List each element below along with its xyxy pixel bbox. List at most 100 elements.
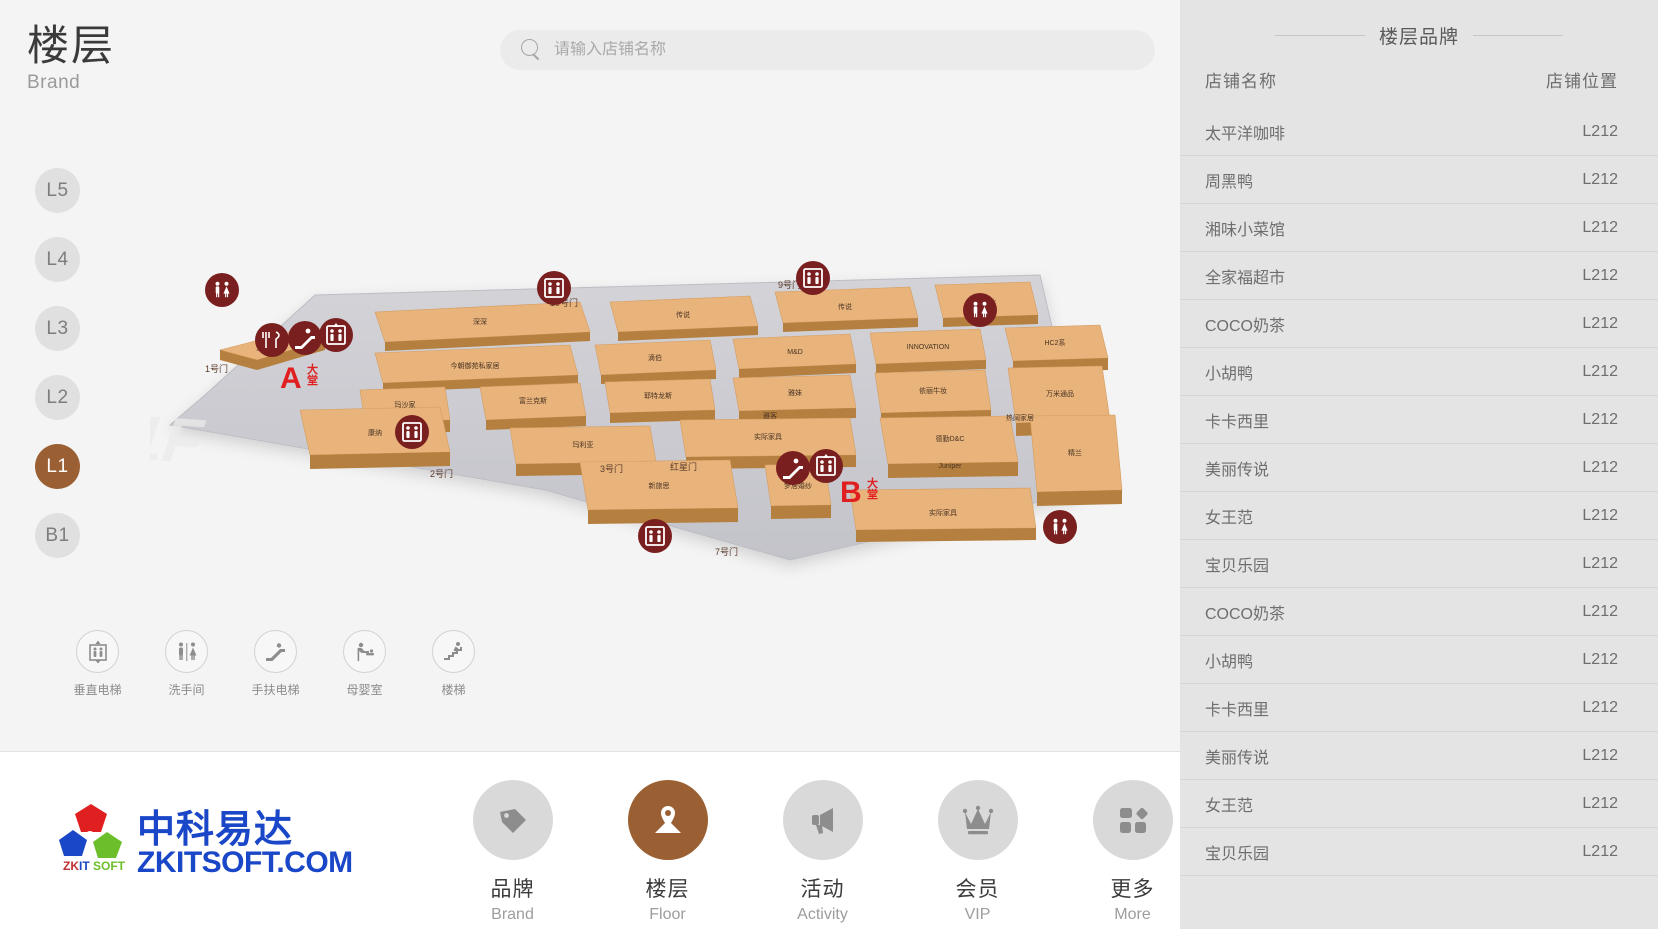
table-row[interactable]: 小胡鸭 L212 bbox=[1180, 636, 1658, 684]
store-name: 小胡鸭 bbox=[1205, 653, 1254, 671]
table-row[interactable]: 宝贝乐园 L212 bbox=[1180, 540, 1658, 588]
svg-text:A: A bbox=[280, 362, 302, 395]
bottom-bar: 中科易达 ZKITSOFT.COM ZK IT SOFT 品牌 Brand 楼层… bbox=[0, 752, 1180, 929]
store-name: 美丽传说 bbox=[1205, 749, 1270, 767]
nav-label-cn: 楼层 bbox=[645, 878, 690, 901]
facility-elevator[interactable]: 垂直电梯 bbox=[73, 630, 122, 698]
table-row[interactable]: 宝贝乐园 L212 bbox=[1180, 828, 1658, 876]
table-row[interactable]: 湘味小菜馆 L212 bbox=[1180, 204, 1658, 252]
svg-text:德勤D&C: 德勤D&C bbox=[936, 434, 965, 443]
store-location: L212 bbox=[1582, 698, 1618, 716]
svg-text:IT: IT bbox=[79, 859, 90, 873]
table-row[interactable]: COCO奶茶 L212 bbox=[1180, 588, 1658, 636]
title-rule-right bbox=[1473, 35, 1563, 36]
svg-text:大: 大 bbox=[307, 362, 318, 376]
elevator-icon bbox=[76, 630, 119, 673]
facility-nursery[interactable]: 母婴室 bbox=[342, 630, 387, 698]
search-input[interactable] bbox=[554, 41, 1135, 59]
store-name: 小胡鸭 bbox=[1205, 365, 1254, 383]
page-title: 楼层 Brand bbox=[27, 22, 327, 94]
page-title-en: Brand bbox=[27, 72, 81, 94]
svg-text:Juniper: Juniper bbox=[939, 463, 963, 470]
store-location: L212 bbox=[1582, 362, 1618, 380]
store-name: 湘味小菜馆 bbox=[1205, 221, 1286, 239]
store-list-title-row: 楼层品牌 bbox=[1180, 0, 1658, 49]
table-row[interactable]: 太平洋咖啡 L212 bbox=[1180, 108, 1658, 156]
store-location: L212 bbox=[1582, 554, 1618, 572]
floor-button-l2[interactable]: L2 bbox=[35, 375, 80, 420]
svg-text:INNOVATION: INNOVATION bbox=[907, 344, 950, 351]
store-location: L212 bbox=[1582, 506, 1618, 524]
table-row[interactable]: 卡卡西里 L212 bbox=[1180, 684, 1658, 732]
store-name: 女王范 bbox=[1205, 797, 1254, 815]
store-location: L212 bbox=[1582, 410, 1618, 428]
nav-label-en: Activity bbox=[797, 906, 848, 923]
floor-map-graphic[interactable]: 1F 深深 传说 传说 今朝御苑私家居 滴伯 M&D INNOVATION HC… bbox=[150, 240, 1150, 580]
store-name: COCO奶茶 bbox=[1205, 317, 1286, 335]
svg-text:B: B bbox=[840, 476, 862, 509]
facility-stairs[interactable]: 楼梯 bbox=[431, 630, 476, 698]
svg-text:实际家具: 实际家具 bbox=[754, 432, 782, 441]
store-list-header: 店铺名称 店铺位置 bbox=[1180, 49, 1658, 92]
svg-text:雅妹: 雅妹 bbox=[788, 388, 802, 397]
store-list-title: 楼层品牌 bbox=[1378, 27, 1459, 48]
floor-button-l3[interactable]: L3 bbox=[35, 306, 80, 351]
store-location: L212 bbox=[1582, 170, 1618, 188]
nav-label-en: Brand bbox=[491, 906, 534, 923]
table-row[interactable]: 女王范 L212 bbox=[1180, 780, 1658, 828]
facility-label: 手扶电梯 bbox=[251, 683, 300, 697]
restroom-icon bbox=[165, 630, 208, 673]
floor-button-l4[interactable]: L4 bbox=[35, 237, 80, 282]
tag-icon bbox=[472, 780, 553, 860]
nav-label-en: More bbox=[1114, 906, 1151, 923]
nav-item-brand[interactable]: 品牌 Brand bbox=[435, 780, 590, 924]
floor-button-b1[interactable]: B1 bbox=[35, 513, 80, 558]
store-name: 美丽传说 bbox=[1205, 461, 1270, 479]
store-name: 宝贝乐园 bbox=[1205, 845, 1270, 863]
nav-item-activity[interactable]: 活动 Activity bbox=[745, 780, 900, 924]
table-row[interactable]: 卡卡西里 L212 bbox=[1180, 396, 1658, 444]
svg-text:万米通品: 万米通品 bbox=[1046, 389, 1074, 398]
map-pin-icon bbox=[627, 780, 708, 860]
svg-text:富兰克斯: 富兰克斯 bbox=[519, 396, 547, 405]
company-logo: 中科易达 ZKITSOFT.COM ZK IT SOFT bbox=[55, 800, 385, 880]
nav-item-floor[interactable]: 楼层 Floor bbox=[590, 780, 745, 924]
store-location: L212 bbox=[1582, 746, 1618, 764]
facility-label: 母婴室 bbox=[346, 683, 383, 697]
nav-label-cn: 品牌 bbox=[490, 878, 535, 901]
store-name: 女王范 bbox=[1205, 509, 1254, 527]
table-row[interactable]: 小胡鸭 L212 bbox=[1180, 348, 1658, 396]
facility-restroom[interactable]: 洗手间 bbox=[164, 630, 209, 698]
nav-label-en: Floor bbox=[649, 906, 686, 923]
svg-text:7号门: 7号门 bbox=[715, 546, 738, 557]
store-location: L212 bbox=[1582, 794, 1618, 812]
svg-text:耶特龙斯: 耶特龙斯 bbox=[644, 391, 672, 400]
floor-button-l1[interactable]: L1 bbox=[35, 444, 80, 489]
svg-text:玛利亚: 玛利亚 bbox=[573, 440, 594, 449]
table-row[interactable]: COCO奶茶 L212 bbox=[1180, 300, 1658, 348]
store-location: L212 bbox=[1582, 122, 1618, 140]
floor-button-l5[interactable]: L5 bbox=[35, 168, 80, 213]
floor-map[interactable]: 1F 深深 传说 传说 今朝御苑私家居 滴伯 M&D INNOVATION HC… bbox=[150, 240, 1150, 580]
svg-text:热阔家居: 热阔家居 bbox=[1006, 413, 1034, 422]
table-row[interactable]: 美丽传说 L212 bbox=[1180, 732, 1658, 780]
map-restroom-badge-3 bbox=[1043, 510, 1077, 544]
store-list-panel[interactable]: 楼层品牌 店铺名称 店铺位置 太平洋咖啡 L212 周黑鸭 L212 湘味小菜馆… bbox=[1180, 0, 1658, 929]
nav-label-cn: 会员 bbox=[955, 878, 1000, 901]
facility-label: 垂直电梯 bbox=[73, 683, 122, 697]
facility-legend: 垂直电梯 洗手间 手扶电梯 母婴室 楼梯 bbox=[73, 630, 476, 698]
search-bar[interactable] bbox=[500, 30, 1155, 70]
table-row[interactable]: 全家福超市 L212 bbox=[1180, 252, 1658, 300]
table-row[interactable]: 美丽传说 L212 bbox=[1180, 444, 1658, 492]
nav-item-vip[interactable]: 会员 VIP bbox=[900, 780, 1055, 924]
kiosk-screen: 楼层 Brand L5 L4 L3 L2 L1 B1 bbox=[0, 0, 1658, 929]
map-escalator-badge-2 bbox=[776, 451, 810, 485]
svg-text:1号门: 1号门 bbox=[205, 363, 228, 374]
svg-text:康纳: 康纳 bbox=[368, 428, 382, 437]
svg-text:大: 大 bbox=[867, 476, 878, 490]
svg-text:1F: 1F bbox=[150, 403, 213, 477]
facility-escalator[interactable]: 手扶电梯 bbox=[251, 630, 300, 698]
table-row[interactable]: 周黑鸭 L212 bbox=[1180, 156, 1658, 204]
svg-text:传说: 传说 bbox=[676, 310, 690, 319]
table-row[interactable]: 女王范 L212 bbox=[1180, 492, 1658, 540]
